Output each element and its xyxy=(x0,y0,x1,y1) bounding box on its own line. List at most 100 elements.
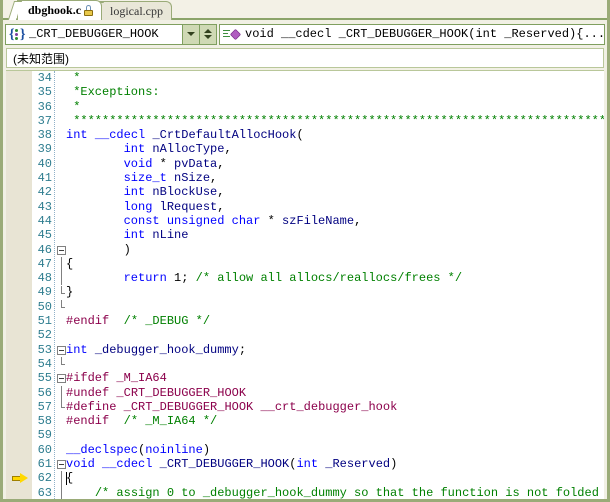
code-line[interactable]: return 1; /* allow all allocs/reallocs/f… xyxy=(66,271,604,285)
code-token: int xyxy=(66,128,88,143)
line-number: 58 xyxy=(37,414,52,429)
code-line[interactable]: int nLine xyxy=(66,228,604,242)
tab-logical-cpp[interactable]: logical.cpp xyxy=(90,1,172,20)
fold-toggle-icon[interactable] xyxy=(57,245,66,255)
code-token: __crt_debugger_hook xyxy=(260,399,398,414)
code-token: , xyxy=(224,142,232,157)
outlining-margin[interactable] xyxy=(54,71,66,499)
code-line[interactable]: *Exceptions: xyxy=(66,85,604,99)
chevron-down-icon[interactable] xyxy=(182,24,199,44)
current-statement-arrow-icon xyxy=(12,472,29,485)
fold-toggle-icon[interactable] xyxy=(57,460,66,470)
line-number: 46 xyxy=(37,242,52,257)
fold-end-tick xyxy=(61,306,65,308)
code-line[interactable]: int _debugger_hook_dummy; xyxy=(66,343,604,357)
code-token: * xyxy=(152,156,175,171)
code-token: #endif xyxy=(66,414,110,429)
line-number: 34 xyxy=(37,71,52,85)
fold-guide-line xyxy=(61,285,62,293)
code-line[interactable] xyxy=(66,357,604,371)
fold-end-tick xyxy=(61,364,65,366)
code-token: _M_IA64 xyxy=(116,371,167,386)
code-token: *Exceptions: xyxy=(66,85,160,100)
code-token: __cdecl xyxy=(102,457,153,472)
fold-toggle-icon[interactable] xyxy=(57,345,66,355)
code-token: noinline xyxy=(145,442,203,457)
code-line[interactable]: #define _CRT_DEBUGGER_HOOK __crt_debugge… xyxy=(66,400,604,414)
scope-combobox[interactable]: {} _CRT_DEBUGGER_HOOK xyxy=(5,23,217,45)
code-line[interactable]: size_t nSize, xyxy=(66,171,604,185)
code-token: , xyxy=(354,213,362,228)
code-token: } xyxy=(66,285,74,300)
lock-icon xyxy=(84,5,94,16)
code-line[interactable]: { xyxy=(66,257,604,271)
fold-end-tick xyxy=(61,407,65,409)
line-number: 56 xyxy=(37,385,52,400)
spinner-up-down-icon[interactable] xyxy=(199,24,216,44)
code-line[interactable] xyxy=(66,428,604,442)
line-number: 50 xyxy=(37,299,52,314)
code-line[interactable] xyxy=(66,300,604,314)
fold-guide-line xyxy=(61,399,62,408)
code-token: #endif xyxy=(66,314,110,329)
function-combobox[interactable]: void __cdecl _CRT_DEBUGGER_HOOK(int _Res… xyxy=(219,23,605,45)
code-line[interactable]: } xyxy=(66,285,604,299)
code-line[interactable]: int __cdecl _CrtDefaultAllocHook( xyxy=(66,128,604,142)
tab-dbghook-c[interactable]: dbghook.c xyxy=(7,0,103,20)
code-line[interactable]: * xyxy=(66,100,604,114)
code-token: /* _DEBUG */ xyxy=(123,314,211,329)
code-token: nAllocType xyxy=(152,142,225,157)
code-line[interactable]: /* assign 0 to _debugger_hook_dummy so t… xyxy=(66,486,604,499)
code-line[interactable]: #endif /* _M_IA64 */ xyxy=(66,414,604,428)
fold-toggle-icon[interactable] xyxy=(57,374,66,384)
fold-guide-line xyxy=(61,357,62,365)
code-line[interactable]: #endif /* _DEBUG */ xyxy=(66,314,604,328)
code-token: lRequest xyxy=(159,199,218,214)
code-token: int xyxy=(123,142,146,157)
code-line[interactable]: void __cdecl _CRT_DEBUGGER_HOOK(int _Res… xyxy=(66,457,604,471)
code-token: nBlockUse xyxy=(152,185,218,200)
line-number: 43 xyxy=(37,199,52,214)
code-token: void xyxy=(66,457,95,472)
line-number: 40 xyxy=(37,156,52,171)
code-line[interactable]: const unsigned char * szFileName, xyxy=(66,214,604,228)
code-token: 1; xyxy=(166,271,196,286)
code-token: _CrtDefaultAllocHook xyxy=(152,128,297,143)
code-line[interactable]: #ifdef _M_IA64 xyxy=(66,371,604,385)
code-line[interactable]: { xyxy=(66,471,604,485)
tab-label: logical.cpp xyxy=(110,3,163,18)
code-line[interactable]: ) xyxy=(66,243,604,257)
navigation-bar: {} _CRT_DEBUGGER_HOOK void __cdecl _CRT_… xyxy=(3,22,607,46)
code-line[interactable]: ****************************************… xyxy=(66,114,604,128)
code-line[interactable]: void * pvData, xyxy=(66,157,604,171)
code-line[interactable]: #undef _CRT_DEBUGGER_HOOK xyxy=(66,386,604,400)
code-token: pvData xyxy=(174,156,218,171)
code-line[interactable]: __declspec(noinline) xyxy=(66,443,604,457)
code-line[interactable]: long lRequest, xyxy=(66,200,604,214)
code-token: #define xyxy=(66,399,117,414)
code-line[interactable] xyxy=(66,328,604,342)
code-token: _CRT_DEBUGGER_HOOK xyxy=(116,385,247,400)
code-token: * xyxy=(260,213,283,228)
line-number: 38 xyxy=(37,128,52,143)
indicator-margin[interactable] xyxy=(6,71,32,499)
code-token: _CRT_DEBUGGER_HOOK xyxy=(123,399,254,414)
line-number: 39 xyxy=(37,142,52,157)
line-number: 35 xyxy=(37,85,52,100)
code-editor[interactable]: 34 35 36 37 38 39 40 41 42 43 44 45 46 47 48 49 50 51 52 53… xyxy=(6,70,604,499)
code-text-area[interactable]: * *Exceptions: * ***********************… xyxy=(66,71,604,499)
code-line[interactable]: int nBlockUse, xyxy=(66,185,604,199)
code-token: _debugger_hook_dummy xyxy=(94,342,239,357)
code-line[interactable]: * xyxy=(66,71,604,85)
code-line[interactable]: int nAllocType, xyxy=(66,142,604,156)
code-token: ; xyxy=(238,342,247,357)
line-number: 61 xyxy=(37,457,52,472)
